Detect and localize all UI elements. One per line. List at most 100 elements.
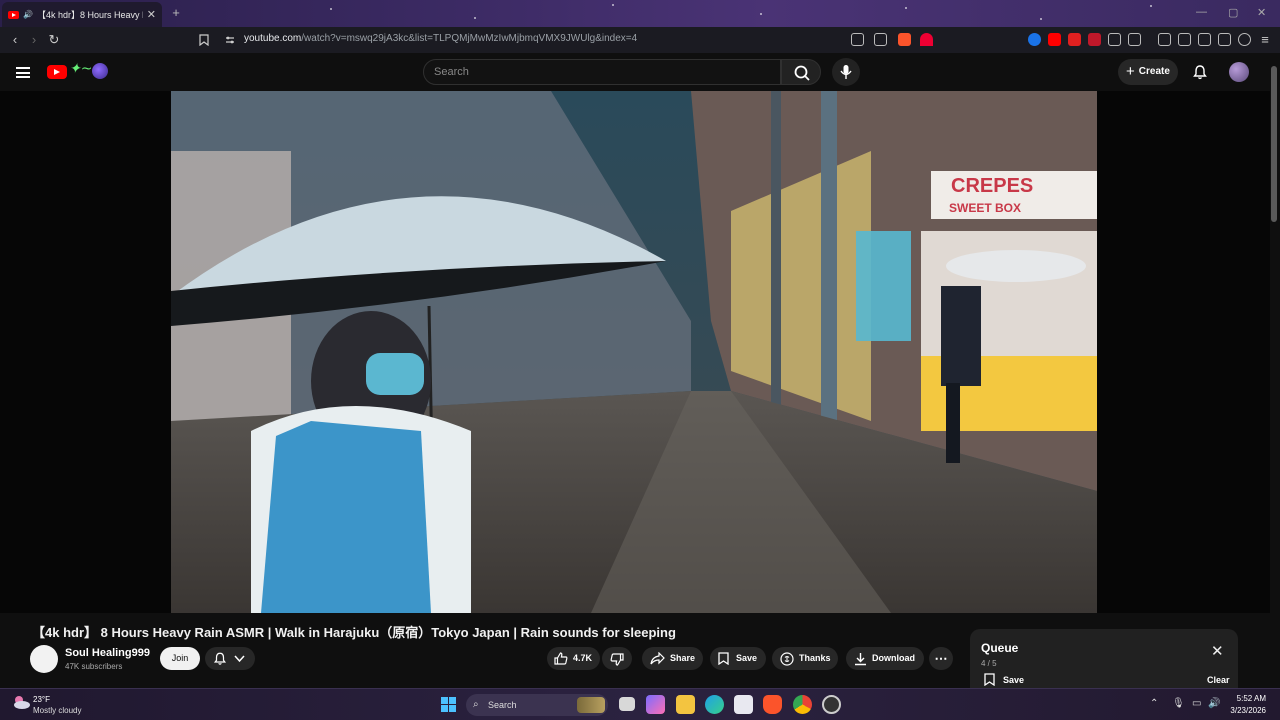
extensions-icon[interactable] [1108, 33, 1121, 46]
window-close-icon[interactable]: ✕ [1257, 6, 1266, 19]
like-icon [554, 652, 568, 665]
browser-toolbar: ‹ › ↻ youtube.com/watch?v=mswq29jA3kc&li… [0, 27, 1280, 53]
account-avatar[interactable] [1229, 62, 1249, 82]
extension-youtube-icon[interactable] [1048, 33, 1061, 46]
windows-start-icon[interactable] [441, 697, 456, 712]
video-player[interactable]: CREPES SWEET BOX [0, 91, 1270, 613]
extension-translate-icon[interactable] [1028, 33, 1041, 46]
rewards-icon[interactable] [920, 33, 933, 46]
brave-icon[interactable] [763, 695, 782, 714]
vpn-icon[interactable] [1238, 33, 1251, 46]
reload-icon[interactable]: ↻ [45, 31, 63, 49]
weather-temperature[interactable]: 23°F [33, 695, 50, 704]
share-icon [650, 652, 665, 665]
doodle-logo-icon[interactable]: ✦~ [69, 61, 92, 77]
save-button[interactable]: Save [710, 647, 766, 670]
brave-shield-icon[interactable] [898, 33, 911, 46]
queue-panel: Queue 4 / 5 ✕ Save Clear [970, 629, 1238, 691]
youtube-masthead: ✦~ Search + Create [0, 53, 1280, 91]
maximize-icon[interactable]: ▢ [1228, 6, 1238, 19]
mic-icon [840, 65, 852, 79]
page-scrollbar[interactable] [1270, 58, 1278, 688]
shop-sign-text-1: CREPES [951, 175, 1033, 197]
like-button[interactable]: 4.7K [547, 647, 600, 670]
chrome-icon[interactable] [793, 695, 812, 714]
scrollbar-thumb[interactable] [1271, 66, 1277, 222]
more-actions-button[interactable]: ⋯ [929, 647, 953, 670]
tray-overflow-icon[interactable]: ⌃ [1150, 698, 1158, 709]
extension-record-icon[interactable] [1068, 33, 1081, 46]
address-bar[interactable]: youtube.com/watch?v=mswq29jA3kc&list=TLP… [244, 33, 637, 44]
weather-cloud-icon[interactable] [11, 694, 31, 710]
bell-icon [213, 652, 227, 665]
cast-icon[interactable] [851, 33, 864, 46]
search-button[interactable] [781, 59, 821, 85]
notifications-bell-icon[interactable] [1192, 64, 1208, 80]
search-input[interactable]: Search [423, 59, 781, 85]
forward-icon[interactable]: › [25, 31, 43, 49]
task-view-icon[interactable] [619, 697, 635, 711]
like-count: 4.7K [573, 653, 593, 663]
subscribe-notifications-button[interactable] [205, 647, 255, 670]
thanks-icon [780, 652, 794, 666]
obs-icon[interactable] [822, 695, 841, 714]
screenshot-icon[interactable] [1128, 33, 1141, 46]
queue-bookmark-icon[interactable] [984, 673, 995, 686]
thanks-button[interactable]: Thanks [772, 647, 838, 670]
tray-volume-icon[interactable]: 🔊 [1208, 698, 1220, 709]
new-tab-button[interactable]: + [168, 5, 184, 21]
share-page-icon[interactable] [874, 33, 887, 46]
windows-taskbar: 23°F Mostly cloudy ⌕ Search ⌃ 🎙 ▭ 🔊 5:52… [0, 688, 1280, 720]
sidebar-icon[interactable] [1178, 33, 1191, 46]
back-icon[interactable]: ‹ [6, 31, 24, 49]
youtube-favicon-icon [8, 10, 19, 19]
guide-menu-icon[interactable] [16, 67, 30, 78]
taskbar-search[interactable]: ⌕ Search [466, 694, 608, 716]
create-label: Create [1138, 66, 1170, 77]
store-icon[interactable] [734, 695, 753, 714]
share-label: Share [670, 653, 696, 663]
create-button[interactable]: + Create [1118, 59, 1178, 85]
audio-playing-icon[interactable]: 🔊 [23, 10, 33, 19]
leo-ai-icon[interactable] [1218, 33, 1231, 46]
logo-badge-icon [92, 63, 108, 79]
shop-sign-text-2: SWEET BOX [949, 201, 1021, 215]
site-info-icon[interactable] [225, 35, 235, 45]
bookmark-page-icon[interactable] [199, 34, 209, 46]
plus-icon: + [1126, 63, 1135, 80]
browser-tab-strip: 🔊 【4k hdr】8 Hours Heavy Rain ✕ + — ▢ ✕ [0, 0, 1280, 27]
search-icon [794, 65, 810, 81]
media-control-icon[interactable] [1158, 33, 1171, 46]
dislike-button[interactable] [602, 647, 632, 670]
copilot-icon[interactable] [646, 695, 665, 714]
video-frame[interactable]: CREPES SWEET BOX [171, 91, 1097, 613]
youtube-logo-icon[interactable] [47, 65, 67, 79]
wallet-icon[interactable] [1198, 33, 1211, 46]
tray-mic-icon[interactable]: 🎙 [1172, 698, 1185, 709]
join-button[interactable]: Join [160, 647, 200, 670]
file-explorer-icon[interactable] [676, 695, 695, 714]
queue-count: 4 / 5 [981, 659, 997, 668]
download-button[interactable]: Download [846, 647, 924, 670]
share-button[interactable]: Share [642, 647, 703, 670]
queue-close-icon[interactable]: ✕ [1211, 642, 1224, 660]
edge-icon[interactable] [705, 695, 724, 714]
queue-save-button[interactable]: Save [1003, 675, 1024, 685]
taskbar-date[interactable]: 3/23/2026 [1224, 706, 1266, 715]
extension-video-icon[interactable] [1088, 33, 1101, 46]
voice-search-button[interactable] [832, 58, 860, 86]
browser-tab[interactable]: 🔊 【4k hdr】8 Hours Heavy Rain ✕ [2, 2, 162, 27]
minimize-icon[interactable]: — [1196, 6, 1207, 18]
browser-menu-icon[interactable]: ≡ [1256, 31, 1274, 49]
thanks-label: Thanks [799, 653, 831, 663]
taskbar-time[interactable]: 5:52 AM [1224, 694, 1266, 703]
weather-description[interactable]: Mostly cloudy [33, 706, 81, 715]
tray-network-icon[interactable]: ▭ [1192, 698, 1201, 709]
tab-close-icon[interactable]: ✕ [147, 8, 156, 21]
video-scene-image: CREPES SWEET BOX [171, 91, 1097, 613]
channel-avatar[interactable] [30, 645, 58, 673]
channel-name[interactable]: Soul Healing999 [65, 647, 150, 659]
dislike-icon [610, 653, 624, 666]
queue-clear-button[interactable]: Clear [1207, 675, 1230, 685]
download-icon [855, 653, 866, 666]
